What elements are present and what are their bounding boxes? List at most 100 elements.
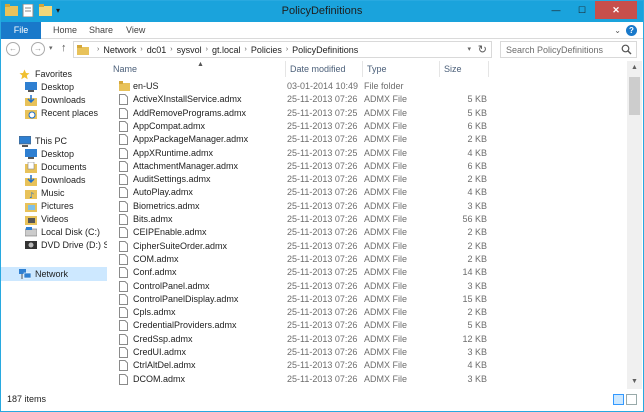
search-icon[interactable] bbox=[621, 44, 632, 57]
drive-icon bbox=[24, 226, 38, 238]
file-row[interactable]: AppCompat.admx 25-11-2013 07:26 ADMX File 6… bbox=[109, 120, 489, 133]
file-row[interactable]: CredSsp.admx 25-11-2013 07:26 ADMX File 12 … bbox=[109, 333, 489, 346]
tab-share[interactable]: Share bbox=[89, 22, 113, 39]
file-row[interactable]: AuditSettings.admx 25-11-2013 07:26 ADMX F… bbox=[109, 173, 489, 186]
address-bar[interactable]: › Network › dc01 › sysvol › gt.local › P… bbox=[73, 41, 492, 58]
up-level-button[interactable]: ↑ bbox=[61, 42, 67, 54]
nav-item-desktop[interactable]: Desktop bbox=[25, 80, 74, 94]
breadcrumb-sysvol[interactable]: sysvol bbox=[177, 45, 202, 55]
help-icon[interactable]: ? bbox=[626, 25, 637, 36]
breadcrumb-gt-local[interactable]: gt.local bbox=[212, 45, 241, 55]
file-type: ADMX File bbox=[364, 160, 408, 171]
file-date: 25-11-2013 07:26 bbox=[287, 134, 358, 145]
file-row[interactable]: AppXRuntime.admx 25-11-2013 07:25 ADMX Fil… bbox=[109, 147, 489, 160]
file-name: CipherSuiteOrder.admx bbox=[133, 240, 228, 251]
file-row[interactable]: Biometrics.admx 25-11-2013 07:26 ADMX File… bbox=[109, 200, 489, 213]
breadcrumb-policies[interactable]: Policies bbox=[251, 45, 282, 55]
column-header-size[interactable]: Size bbox=[440, 61, 489, 77]
file-row[interactable]: CtrlAltDel.admx 25-11-2013 07:26 ADMX File… bbox=[109, 359, 489, 372]
file-row[interactable]: Conf.admx 25-11-2013 07:25 ADMX File 14 KB bbox=[109, 266, 489, 279]
nav-item-pc-desktop[interactable]: Desktop bbox=[25, 147, 74, 161]
nav-label: Local Disk (C:) bbox=[41, 227, 101, 237]
tab-file[interactable]: File bbox=[1, 22, 41, 39]
file-row[interactable]: Bits.admx 25-11-2013 07:26 ADMX File 56 KB bbox=[109, 213, 489, 226]
nav-item-videos[interactable]: Videos bbox=[25, 212, 68, 226]
column-header-name[interactable]: Name ▲ bbox=[109, 61, 286, 77]
nav-network[interactable]: Network bbox=[1, 267, 107, 281]
file-row[interactable]: DCOM.admx 25-11-2013 07:26 ADMX File 3 KB bbox=[109, 373, 489, 386]
breadcrumb-policydefinitions[interactable]: PolicyDefinitions bbox=[292, 45, 358, 55]
address-dropdown-icon[interactable]: ▾ bbox=[467, 45, 471, 53]
file-row[interactable]: AddRemovePrograms.admx 25-11-2013 07:25 AD… bbox=[109, 107, 489, 120]
file-row[interactable]: COM.admx 25-11-2013 07:26 ADMX File 2 KB bbox=[109, 253, 489, 266]
nav-item-downloads[interactable]: Downloads bbox=[25, 93, 86, 107]
search-box[interactable] bbox=[500, 41, 637, 58]
folder-row[interactable]: en-US 03-01-2014 10:49 File folder bbox=[109, 80, 489, 93]
breadcrumb-network[interactable]: Network bbox=[103, 45, 136, 55]
back-button[interactable]: ← bbox=[6, 42, 20, 56]
forward-button[interactable]: → bbox=[31, 42, 45, 56]
sort-ascending-icon: ▲ bbox=[197, 61, 204, 68]
nav-favorites[interactable]: Favorites bbox=[19, 67, 72, 81]
maximize-button[interactable]: ☐ bbox=[569, 1, 595, 19]
column-header-type[interactable]: Type bbox=[363, 61, 440, 77]
nav-item-dvd-drive[interactable]: DVD Drive (D:) SCCM bbox=[25, 238, 107, 252]
scroll-up-icon[interactable]: ▲ bbox=[627, 61, 642, 75]
breadcrumb-separator[interactable]: › bbox=[170, 46, 172, 53]
breadcrumb-separator[interactable]: › bbox=[97, 46, 99, 53]
file-row[interactable]: AppxPackageManager.admx 25-11-2013 07:26 A… bbox=[109, 133, 489, 146]
document-icon bbox=[119, 280, 129, 292]
large-icons-view-icon[interactable] bbox=[626, 394, 637, 405]
document-icon bbox=[119, 160, 129, 172]
document-icon bbox=[119, 187, 129, 199]
breadcrumb-dc01[interactable]: dc01 bbox=[147, 45, 167, 55]
vertical-scrollbar[interactable]: ▲ ▼ bbox=[627, 61, 642, 389]
close-button[interactable]: ✕ bbox=[595, 1, 637, 19]
nav-item-local-disk[interactable]: Local Disk (C:) bbox=[24, 225, 101, 239]
file-row[interactable]: CEIPEnable.admx 25-11-2013 07:26 ADMX File… bbox=[109, 226, 489, 239]
file-row[interactable]: AttachmentManager.admx 25-11-2013 07:26 AD… bbox=[109, 160, 489, 173]
tab-view[interactable]: View bbox=[126, 22, 145, 39]
search-input[interactable] bbox=[506, 44, 621, 55]
scroll-down-icon[interactable]: ▼ bbox=[627, 375, 642, 389]
breadcrumb-separator[interactable]: › bbox=[286, 46, 288, 53]
file-row[interactable]: CredUI.admx 25-11-2013 07:26 ADMX File 3 KB bbox=[109, 346, 489, 359]
details-view-icon[interactable] bbox=[613, 394, 624, 405]
file-size: 56 KB bbox=[462, 214, 487, 224]
file-row[interactable]: CredentialProviders.admx 25-11-2013 07:26… bbox=[109, 319, 489, 332]
recent-locations-icon[interactable]: ▾ bbox=[49, 44, 53, 52]
file-name: AddRemovePrograms.admx bbox=[133, 107, 247, 118]
file-row[interactable]: Cpls.admx 25-11-2013 07:26 ADMX File 2 KB bbox=[109, 306, 489, 319]
nav-item-music[interactable]: ♪ Music bbox=[25, 186, 65, 200]
file-row[interactable]: ActiveXInstallService.admx 25-11-2013 07:… bbox=[109, 93, 489, 106]
file-name: COM.admx bbox=[133, 253, 179, 264]
expand-ribbon-icon[interactable]: ⌄ bbox=[614, 26, 621, 35]
breadcrumb-separator[interactable]: › bbox=[206, 46, 208, 53]
nav-item-pictures[interactable]: Pictures bbox=[25, 199, 74, 213]
file-row[interactable]: CipherSuiteOrder.admx 25-11-2013 07:26 ADM… bbox=[109, 240, 489, 253]
nav-this-pc[interactable]: This PC bbox=[18, 134, 67, 148]
minimize-button[interactable]: — bbox=[543, 1, 569, 19]
file-type: ADMX File bbox=[364, 200, 408, 211]
refresh-icon[interactable]: ↻ bbox=[478, 43, 487, 56]
tab-home[interactable]: Home bbox=[53, 22, 77, 39]
nav-item-recent-places[interactable]: Recent places bbox=[25, 106, 98, 120]
file-row[interactable]: ControlPanel.admx 25-11-2013 07:26 ADMX Fi… bbox=[109, 280, 489, 293]
file-type: ADMX File bbox=[364, 333, 408, 344]
file-row[interactable]: ControlPanelDisplay.admx 25-11-2013 07:26… bbox=[109, 293, 489, 306]
nav-item-pc-downloads[interactable]: Downloads bbox=[25, 173, 86, 187]
column-header-date[interactable]: Date modified bbox=[286, 61, 363, 77]
file-name: ControlPanel.admx bbox=[133, 280, 210, 291]
file-type: ADMX File bbox=[364, 360, 408, 371]
file-date: 25-11-2013 07:26 bbox=[287, 240, 358, 251]
file-type: File folder bbox=[364, 81, 404, 91]
nav-item-documents[interactable]: Documents bbox=[25, 160, 87, 174]
file-row[interactable]: AutoPlay.admx 25-11-2013 07:26 ADMX File 4 … bbox=[109, 186, 489, 199]
file-size: 14 KB bbox=[462, 267, 487, 278]
document-icon bbox=[119, 94, 129, 106]
file-size: 4 KB bbox=[467, 187, 487, 198]
file-date: 25-11-2013 07:26 bbox=[287, 373, 358, 384]
breadcrumb-separator[interactable]: › bbox=[244, 46, 246, 53]
breadcrumb-separator[interactable]: › bbox=[140, 46, 142, 53]
scroll-thumb[interactable] bbox=[629, 77, 640, 115]
